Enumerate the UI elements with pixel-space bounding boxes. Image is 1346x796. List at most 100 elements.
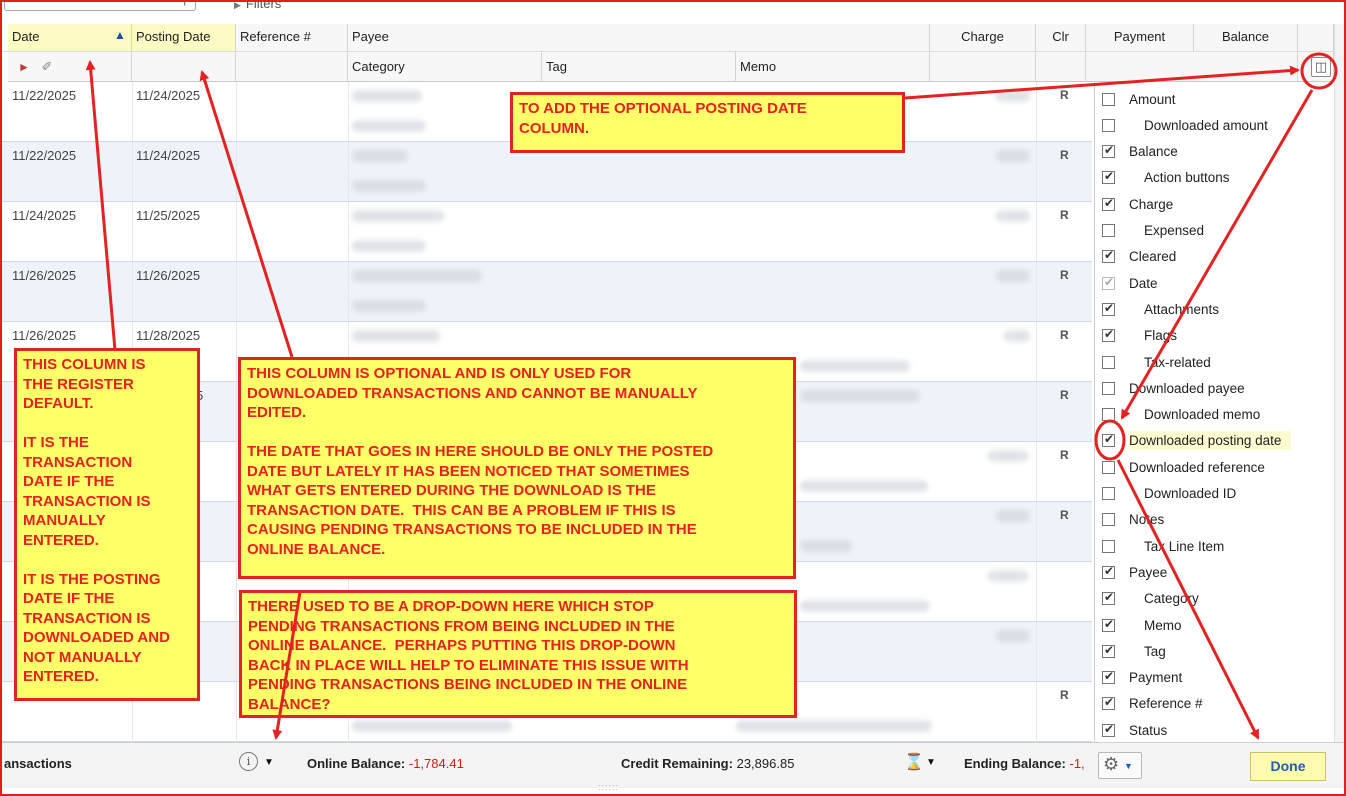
checkbox[interactable]	[1102, 722, 1115, 737]
checkbox[interactable]	[1102, 169, 1115, 185]
row-cleared-status[interactable]: R	[1060, 148, 1069, 162]
column-header-reference[interactable]: Reference #	[236, 24, 348, 52]
checkbox[interactable]	[1102, 617, 1115, 632]
column-option-attachments[interactable]: Attachments	[1102, 298, 1219, 320]
table-row[interactable]: 11/26/2025 11/26/2025 R	[0, 262, 1092, 322]
row-cleared-status[interactable]: R	[1060, 208, 1069, 222]
column-option-memo[interactable]: Memo	[1102, 614, 1182, 636]
column-header-date[interactable]: Date ▲	[8, 24, 132, 52]
row-cleared-status[interactable]: R	[1060, 508, 1069, 522]
checkbox[interactable]	[1102, 432, 1115, 448]
checkbox[interactable]	[1102, 669, 1115, 685]
column-option-downloaded-reference[interactable]: Downloaded reference	[1102, 456, 1265, 478]
column-option-payee[interactable]: Payee	[1102, 561, 1167, 583]
column-option-tax-related[interactable]: Tax-related	[1102, 351, 1211, 373]
column-header-tag[interactable]: Tag	[542, 52, 736, 82]
row-cleared-status[interactable]: R	[1060, 688, 1069, 702]
checkbox[interactable]	[1102, 275, 1115, 290]
column-option-label: Tax-related	[1144, 354, 1211, 370]
checkbox[interactable]	[1102, 381, 1115, 395]
column-option-charge[interactable]: Charge	[1102, 193, 1173, 215]
checkbox[interactable]	[1102, 248, 1115, 264]
column-option-downloaded-memo[interactable]: Downloaded memo	[1102, 404, 1260, 426]
memo-redacted	[800, 480, 928, 492]
column-option-tax-line-item[interactable]: Tax Line Item	[1102, 535, 1224, 557]
column-option-downloaded-amount[interactable]: Downloaded amount	[1102, 114, 1268, 136]
resize-grip-icon[interactable]: ::::::	[598, 782, 619, 792]
row-cleared-status[interactable]: R	[1060, 88, 1069, 102]
checkbox[interactable]	[1102, 487, 1115, 500]
checkbox[interactable]	[1102, 695, 1115, 711]
column-header-payment[interactable]: Payment	[1086, 24, 1194, 52]
column-option-flags[interactable]: Flags	[1102, 325, 1177, 347]
column-option-reference[interactable]: Reference #	[1102, 693, 1203, 715]
settings-menu-button[interactable]: ⚙ ▼	[1098, 752, 1142, 779]
column-option-expensed[interactable]: Expensed	[1102, 220, 1204, 242]
column-chooser-button[interactable]: ◫	[1311, 57, 1331, 77]
row-cleared-status[interactable]: R	[1060, 448, 1069, 462]
column-option-payment[interactable]: Payment	[1102, 667, 1182, 689]
column-option-label: Memo	[1144, 617, 1182, 633]
column-subheader-empty-5	[1086, 52, 1298, 82]
row-cleared-status[interactable]: R	[1060, 388, 1069, 402]
checkbox[interactable]	[1102, 643, 1115, 658]
column-option-category[interactable]: Category	[1102, 588, 1199, 610]
column-header-category[interactable]: Category	[348, 52, 542, 82]
filters-toggle[interactable]: ▶ Filters	[234, 0, 281, 11]
online-balance-label: Online Balance:	[307, 756, 406, 771]
checkbox[interactable]	[1102, 224, 1115, 237]
column-option-balance[interactable]: Balance	[1102, 141, 1178, 163]
hourglass-icon[interactable]: ⌛	[904, 752, 924, 772]
charge-redacted	[988, 570, 1028, 582]
column-header-balance[interactable]: Balance	[1194, 24, 1298, 52]
row-cleared-status[interactable]: R	[1060, 268, 1069, 282]
done-button[interactable]: Done	[1250, 752, 1326, 781]
column-option-date[interactable]: Date	[1102, 272, 1158, 294]
column-header-memo[interactable]: Memo	[736, 52, 930, 82]
checkbox[interactable]	[1102, 355, 1115, 369]
checkbox[interactable]	[1102, 408, 1115, 422]
checkbox[interactable]	[1102, 92, 1115, 106]
column-header-charge[interactable]: Charge	[930, 24, 1036, 52]
online-balance-dropdown-icon[interactable]: ▼	[264, 757, 274, 768]
panel-scrollbar[interactable]	[1334, 24, 1346, 742]
column-option-label: Status	[1129, 722, 1168, 738]
table-row[interactable]: 11/24/2025 11/25/2025 R	[0, 202, 1092, 262]
column-header-payee[interactable]: Payee	[348, 24, 930, 52]
callout-date-column: THIS COLUMN IS THE REGISTER DEFAULT. IT …	[14, 348, 200, 701]
checkbox[interactable]	[1102, 143, 1115, 159]
checkbox[interactable]	[1102, 196, 1115, 211]
column-option-downloaded-posting-date[interactable]: Downloaded posting date	[1102, 430, 1292, 452]
checkbox[interactable]	[1102, 590, 1115, 606]
column-option-action-buttons[interactable]: Action buttons	[1102, 167, 1230, 189]
checkbox[interactable]	[1102, 327, 1115, 343]
column-option-label: Amount	[1129, 91, 1176, 107]
column-option-amount[interactable]: Amount	[1102, 88, 1176, 110]
column-option-cleared[interactable]: Cleared	[1102, 246, 1176, 268]
checkbox[interactable]	[1102, 564, 1115, 579]
projected-balance-dropdown-icon[interactable]: ▼	[926, 757, 936, 768]
row-cleared-status[interactable]: R	[1060, 328, 1069, 342]
column-header-clr[interactable]: Clr	[1036, 24, 1086, 52]
checkbox[interactable]	[1102, 513, 1115, 527]
column-option-downloaded-id[interactable]: Downloaded ID	[1102, 483, 1236, 505]
row-posting-date: 11/26/2025	[136, 268, 201, 283]
checkbox[interactable]	[1102, 118, 1115, 132]
checkbox[interactable]	[1102, 301, 1115, 316]
attachment-icon[interactable]: ✐	[42, 59, 53, 74]
info-icon[interactable]: i	[239, 752, 258, 771]
column-header-posting-date[interactable]: Posting Date	[132, 24, 236, 52]
flag-icon[interactable]: ►	[18, 60, 30, 74]
memo-redacted	[800, 600, 930, 612]
column-option-notes[interactable]: Notes	[1102, 509, 1164, 531]
payee-redacted	[352, 330, 440, 342]
column-option-status[interactable]: Status	[1102, 719, 1167, 741]
checkbox[interactable]	[1102, 460, 1115, 474]
column-option-label: Cleared	[1129, 249, 1177, 265]
search-input[interactable]: ⚲	[4, 0, 196, 11]
column-option-label: Notes	[1129, 512, 1165, 528]
column-option-tag[interactable]: Tag	[1102, 640, 1166, 662]
column-option-downloaded-payee[interactable]: Downloaded payee	[1102, 377, 1245, 399]
checkbox[interactable]	[1102, 539, 1115, 553]
column-header-spacer	[1298, 24, 1334, 52]
